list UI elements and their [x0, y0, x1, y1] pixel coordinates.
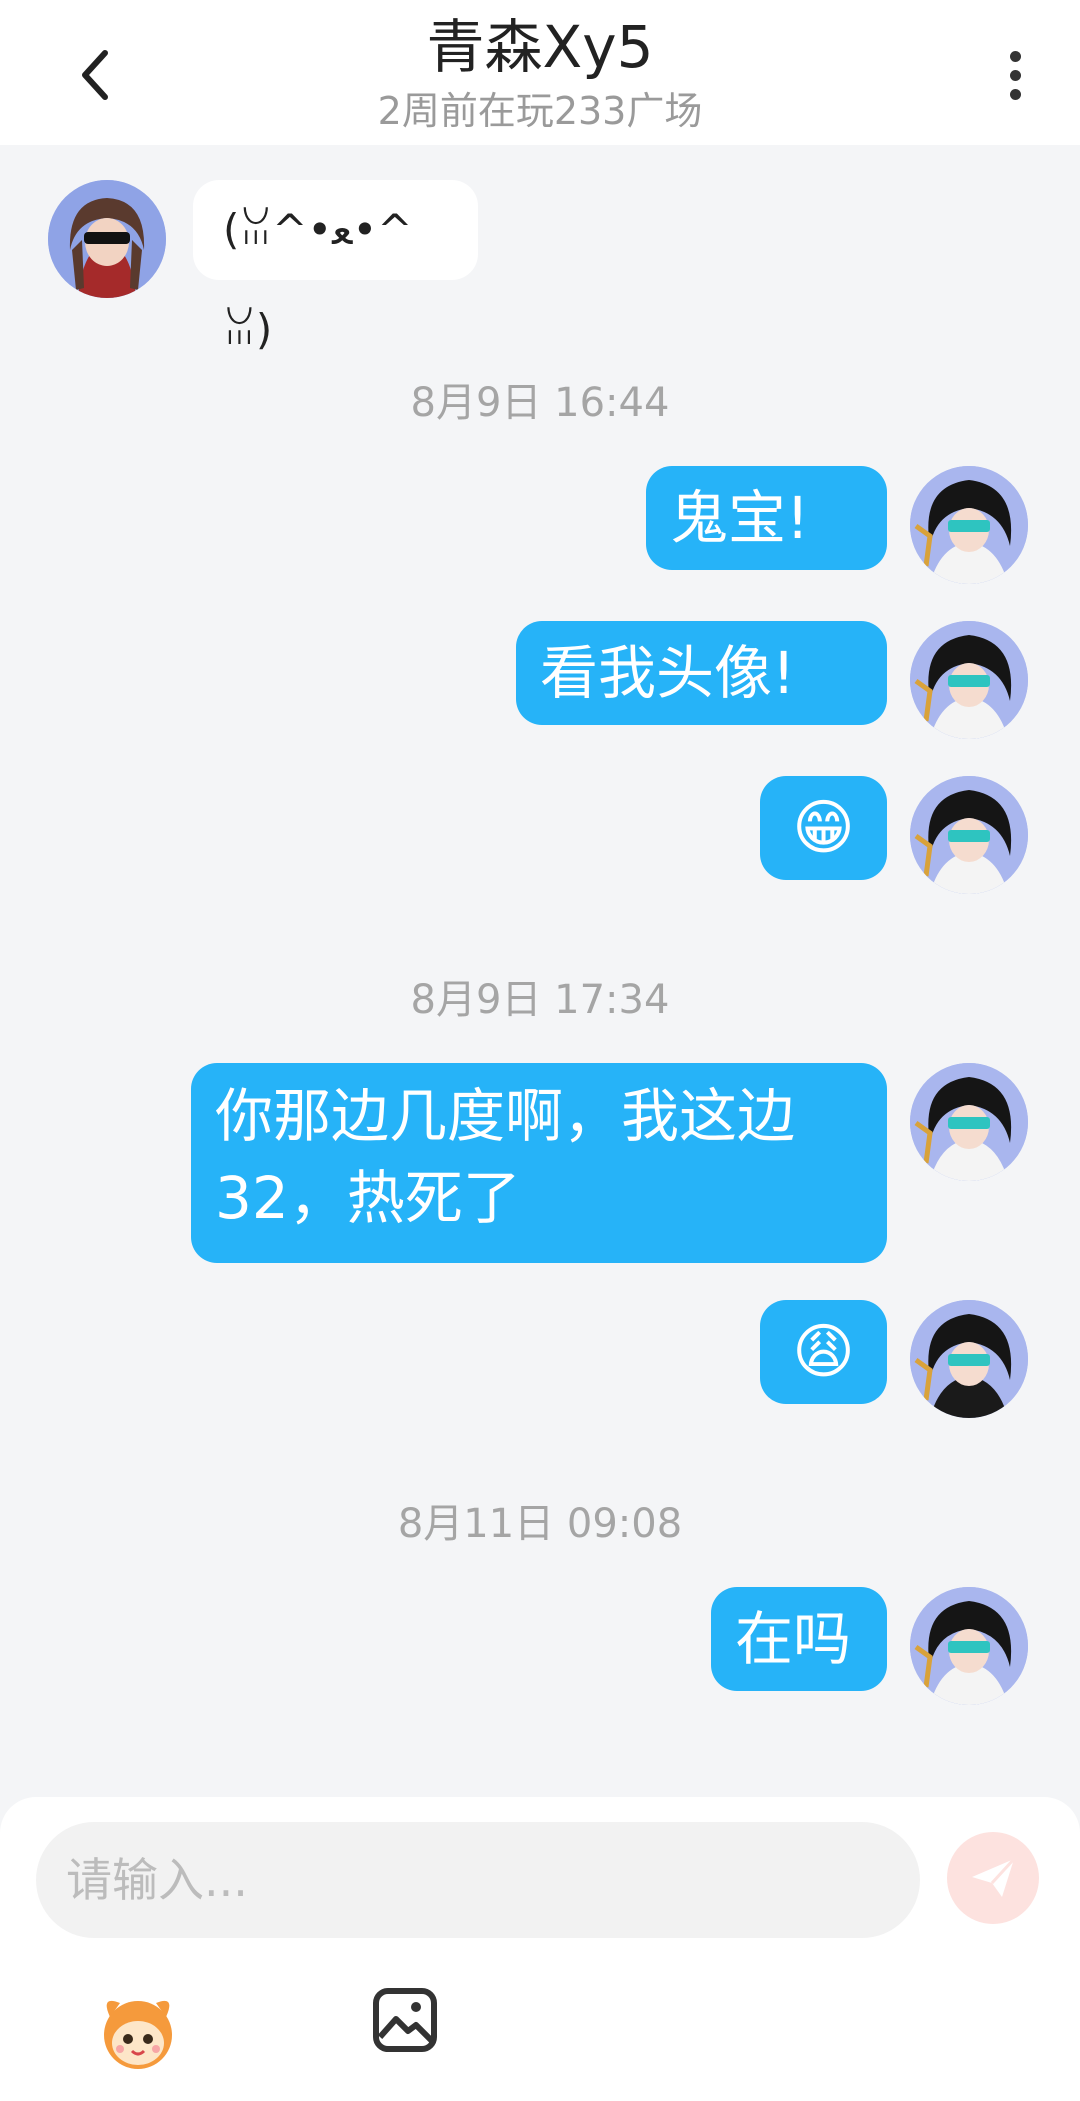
- weary-emoji: 😩: [792, 1317, 855, 1387]
- message-text-line: 32，热死了: [215, 1164, 521, 1232]
- timestamp: 8月11日 09:08: [397, 1501, 683, 1547]
- my-avatar[interactable]: [910, 621, 1028, 739]
- my-avatar[interactable]: [910, 1300, 1028, 1418]
- message-text: 鬼宝!: [670, 484, 810, 552]
- message-outgoing[interactable]: 😁: [760, 776, 887, 880]
- message-input[interactable]: 请输入...: [36, 1822, 920, 1938]
- message-outgoing[interactable]: 看我头像!: [516, 621, 887, 725]
- my-avatar[interactable]: [910, 466, 1028, 584]
- message-text: 在吗: [735, 1605, 852, 1673]
- my-avatar[interactable]: [910, 776, 1028, 894]
- send-button[interactable]: [947, 1832, 1039, 1924]
- contact-status: 2周前在玩233广场: [377, 89, 703, 133]
- image-button[interactable]: [372, 1987, 438, 2053]
- grinning-emoji: 😁: [792, 793, 855, 863]
- message-outgoing[interactable]: 鬼宝!: [646, 466, 887, 570]
- message-text-line: 你那边几度啊，我这边: [215, 1082, 796, 1150]
- mascot-sticker-button[interactable]: [90, 1981, 186, 2077]
- message-text: 看我头像!: [540, 639, 796, 707]
- message-text: (ꈍ^•ﻌ•^ꈍ): [223, 205, 413, 354]
- my-avatar[interactable]: [910, 1063, 1028, 1181]
- chat-header: 青森Xy5 2周前在玩233广场: [0, 0, 1080, 145]
- composer: 请输入...: [0, 1797, 1080, 2101]
- my-avatar[interactable]: [910, 1587, 1028, 1705]
- timestamp: 8月9日 16:44: [410, 380, 670, 426]
- more-vertical-icon: [1009, 50, 1021, 62]
- message-outgoing[interactable]: 😩: [760, 1300, 887, 1404]
- send-icon: [972, 1857, 1016, 1897]
- contact-avatar[interactable]: [48, 180, 166, 298]
- mascot-sticker-icon: [104, 2000, 172, 2069]
- message-incoming[interactable]: (ꈍ^•ﻌ•^ꈍ): [193, 180, 478, 354]
- more-button[interactable]: [985, 40, 1045, 110]
- image-icon: [373, 1988, 437, 2052]
- contact-name: 青森Xy5: [426, 13, 654, 81]
- message-outgoing[interactable]: 你那边几度啊，我这边 32，热死了: [191, 1063, 887, 1263]
- message-outgoing[interactable]: 在吗: [711, 1587, 887, 1691]
- timestamp: 8月9日 17:34: [410, 977, 670, 1023]
